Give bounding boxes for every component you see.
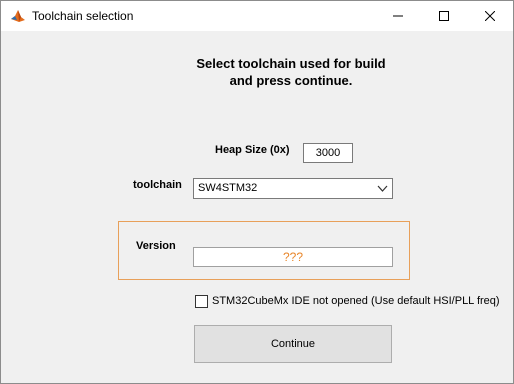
matlab-icon [10,8,26,24]
toolchain-selection-window: Toolchain selection Select toolchain use… [0,0,514,384]
chevron-down-icon [377,185,388,192]
cubemx-not-opened-checkbox[interactable] [195,295,208,308]
minimize-button[interactable] [375,1,421,31]
toolchain-selected-value: SW4STM32 [198,182,258,194]
version-label: Version [136,240,176,252]
heading-line-1: Select toolchain used for build [196,56,386,71]
close-button[interactable] [467,1,513,31]
heading-line-2: and press continue. [229,73,353,88]
continue-button[interactable]: Continue [194,325,392,363]
close-icon [485,11,495,21]
dialog-content: Select toolchain used for build and pres… [1,32,513,383]
heap-size-label: Heap Size (0x) [215,144,290,156]
maximize-icon [439,11,449,21]
toolchain-label: toolchain [133,179,182,191]
instruction-heading: Select toolchain used for build and pres… [171,55,411,89]
title-bar[interactable]: Toolchain selection [1,1,513,31]
heap-size-input[interactable]: 3000 [303,143,353,163]
minimize-icon [393,15,403,17]
cubemx-checkbox-label[interactable]: STM32CubeMx IDE not opened (Use default … [212,295,500,307]
maximize-button[interactable] [421,1,467,31]
toolchain-dropdown[interactable]: SW4STM32 [193,178,393,199]
window-title: Toolchain selection [32,9,134,23]
version-value-field: ??? [193,247,393,267]
